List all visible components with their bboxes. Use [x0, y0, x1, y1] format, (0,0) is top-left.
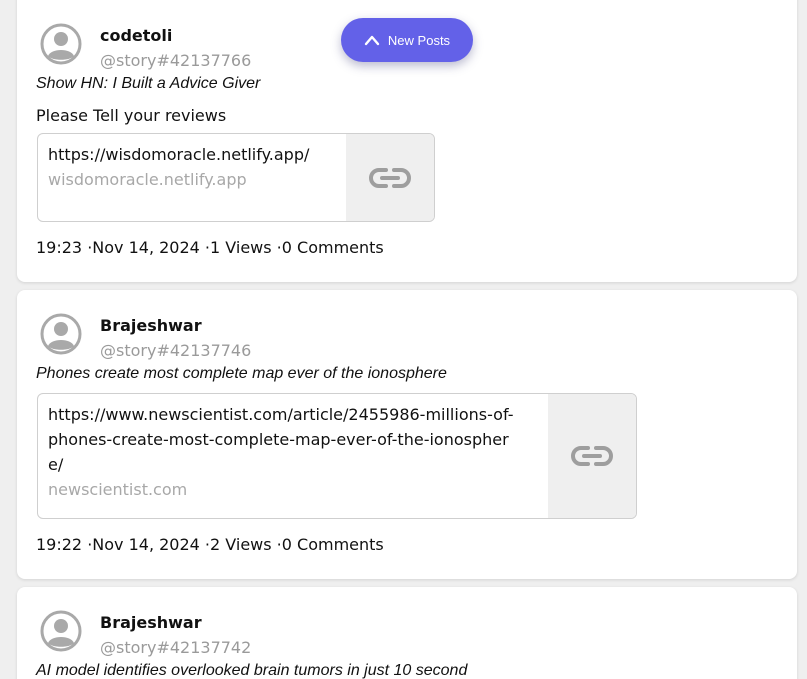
user-avatar-icon[interactable]: [40, 23, 82, 65]
new-posts-button[interactable]: New Posts: [341, 18, 473, 62]
chevron-up-icon: [364, 35, 380, 46]
post-views: 1 Views: [200, 238, 272, 257]
post-author[interactable]: codetoli: [100, 26, 172, 45]
post-date: Nov 14, 2024: [82, 535, 200, 554]
post-time: 19:22: [36, 535, 83, 554]
post-handle: @story#42137746: [100, 341, 252, 360]
link-domain: wisdomoracle.netlify.app: [48, 170, 247, 189]
post-meta: 19:23Nov 14, 20241 Views0 Comments: [36, 238, 384, 257]
post-title[interactable]: Phones create most complete map ever of …: [36, 365, 447, 383]
post-meta: 19:22Nov 14, 20242 Views0 Comments: [36, 535, 384, 554]
link-thumbnail[interactable]: [548, 394, 636, 518]
link-url[interactable]: https://www.newscientist.com/article/245…: [48, 402, 518, 477]
link-url[interactable]: https://wisdomoracle.netlify.app/: [48, 142, 338, 167]
link-preview[interactable]: https://www.newscientist.com/article/245…: [37, 393, 637, 519]
post-author[interactable]: Brajeshwar: [100, 316, 202, 335]
post-author[interactable]: Brajeshwar: [100, 613, 202, 632]
user-avatar-icon[interactable]: [40, 313, 82, 355]
post-card[interactable]: Brajeshwar @story#42137742 AI model iden…: [17, 587, 797, 679]
post-title[interactable]: AI model identifies overlooked brain tum…: [36, 662, 467, 679]
post-card[interactable]: Brajeshwar @story#42137746 Phones create…: [17, 290, 797, 579]
post-handle: @story#42137766: [100, 51, 252, 70]
post-date: Nov 14, 2024: [82, 238, 200, 257]
post-views: 2 Views: [200, 535, 272, 554]
link-icon: [571, 446, 613, 466]
post-handle: @story#42137742: [100, 638, 252, 657]
post-title[interactable]: Show HN: I Built a Advice Giver: [36, 75, 260, 93]
link-preview[interactable]: https://wisdomoracle.netlify.app/ wisdom…: [37, 133, 435, 222]
user-avatar-icon[interactable]: [40, 610, 82, 652]
post-body: Please Tell your reviews: [36, 106, 227, 125]
posts-feed: codetoli @story#42137766 Show HN: I Buil…: [0, 0, 807, 679]
link-domain: newscientist.com: [48, 480, 188, 499]
link-icon: [369, 167, 411, 188]
post-comments[interactable]: 0 Comments: [272, 535, 384, 554]
link-thumbnail[interactable]: [346, 134, 434, 221]
new-posts-label: New Posts: [387, 32, 451, 48]
post-time: 19:23: [36, 238, 83, 257]
post-comments[interactable]: 0 Comments: [272, 238, 384, 257]
